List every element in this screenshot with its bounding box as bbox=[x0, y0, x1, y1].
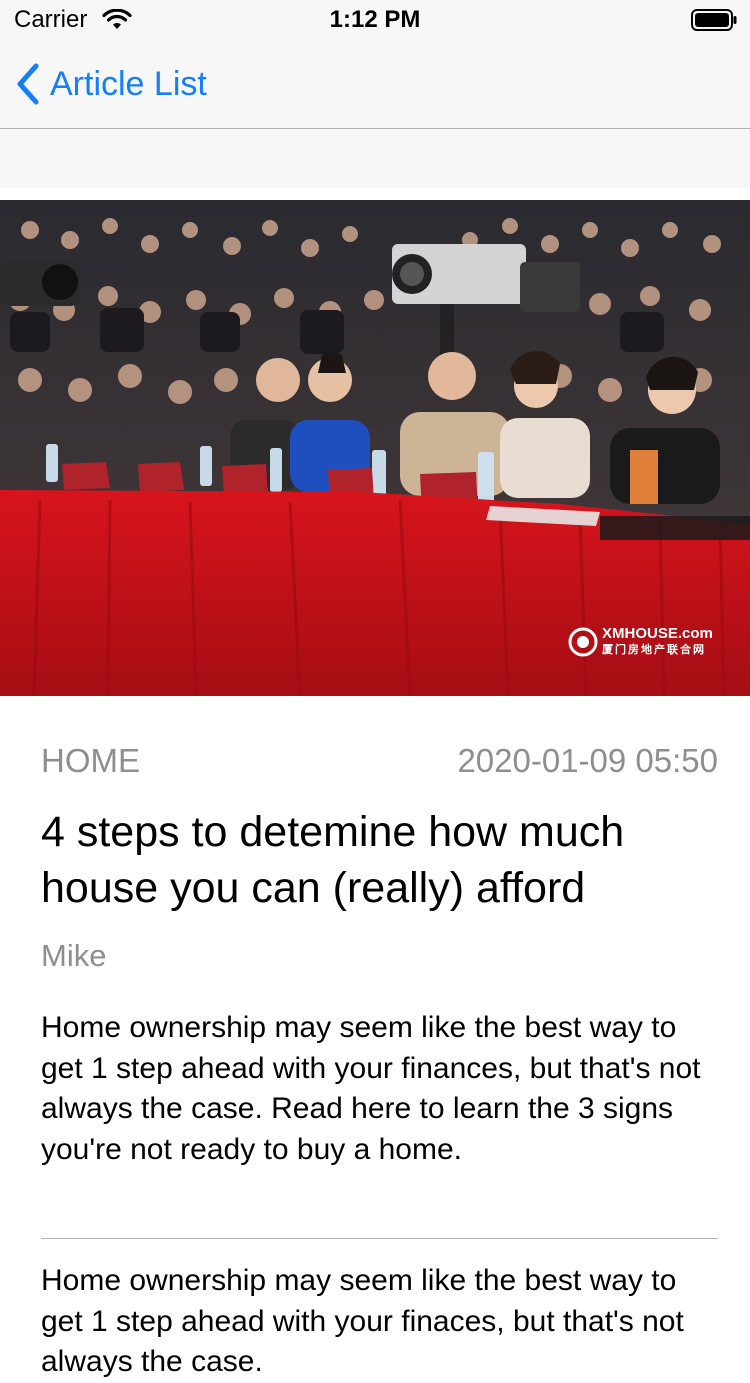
xmhouse-logo-icon bbox=[568, 627, 598, 657]
back-button[interactable]: Article List bbox=[14, 60, 207, 108]
watermark-brand: XMHOUSE.com bbox=[602, 625, 713, 642]
hero-photo bbox=[0, 200, 750, 696]
article-summary: Home ownership may seem like the best wa… bbox=[41, 1011, 701, 1166]
article-date: 2020-01-09 05:50 bbox=[457, 742, 718, 779]
battery-icon bbox=[691, 9, 737, 31]
article-category: HOME bbox=[41, 742, 140, 779]
article-hero-image bbox=[0, 200, 750, 696]
status-bar: Carrier 1:12 PM bbox=[0, 0, 750, 40]
back-button-label: Article List bbox=[50, 64, 207, 103]
watermark-sub: 厦门房地产联合网 bbox=[602, 644, 706, 656]
header-spacer bbox=[0, 129, 750, 188]
article-meta: HOME 2020-01-09 05:50 bbox=[41, 742, 718, 780]
divider bbox=[41, 1238, 718, 1239]
chevron-left-icon bbox=[17, 63, 39, 105]
navigation-bar: Article List bbox=[0, 40, 750, 129]
clock: 1:12 PM bbox=[329, 6, 421, 33]
article-author: Mike bbox=[41, 938, 107, 973]
article-body: Home ownership may seem like the best wa… bbox=[41, 1264, 684, 1378]
article-title: 4 steps to detemine how much house you c… bbox=[41, 808, 625, 912]
watermark: XMHOUSE.com 厦门房地产联合网 bbox=[568, 626, 713, 658]
